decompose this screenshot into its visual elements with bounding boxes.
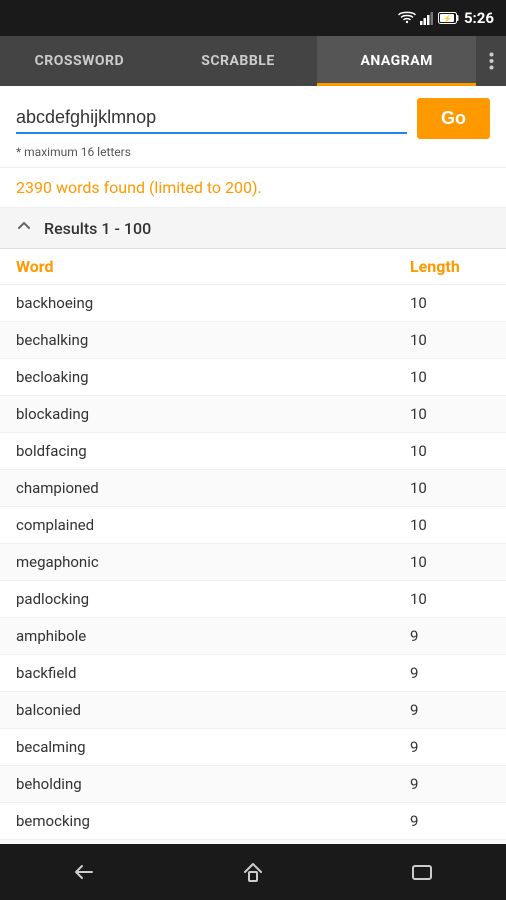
length-cell: 10 bbox=[410, 590, 490, 608]
battery-icon: ⚡ bbox=[438, 12, 460, 24]
status-time: 5:26 bbox=[464, 9, 494, 27]
back-icon bbox=[72, 860, 96, 884]
length-cell: 9 bbox=[410, 812, 490, 830]
word-cell: boldfacing bbox=[16, 442, 410, 460]
word-cell: championed bbox=[16, 479, 410, 497]
tab-crossword[interactable]: CROSSWORD bbox=[0, 36, 159, 86]
word-row: becalming9 bbox=[0, 729, 506, 766]
length-cell: 9 bbox=[410, 738, 490, 756]
length-cell: 10 bbox=[410, 294, 490, 312]
word-cell: megaphonic bbox=[16, 553, 410, 571]
word-cell: bechalking bbox=[16, 331, 410, 349]
search-hint: * maximum 16 letters bbox=[16, 145, 490, 159]
search-input[interactable] bbox=[16, 103, 407, 134]
wifi-icon bbox=[398, 11, 416, 25]
word-cell: beholding bbox=[16, 775, 410, 793]
status-bar: ⚡ 5:26 bbox=[0, 0, 506, 36]
word-row: becloaking10 bbox=[0, 359, 506, 396]
word-row: boldfacing10 bbox=[0, 433, 506, 470]
word-cell: padlocking bbox=[16, 590, 410, 608]
word-cell: becalming bbox=[16, 738, 410, 756]
recents-icon bbox=[410, 860, 434, 884]
home-icon bbox=[241, 860, 265, 884]
results-range-bar: Results 1 - 100 bbox=[0, 208, 506, 249]
word-row: complained10 bbox=[0, 507, 506, 544]
length-cell: 10 bbox=[410, 368, 490, 386]
word-cell: amphibole bbox=[16, 627, 410, 645]
go-button[interactable]: Go bbox=[417, 98, 490, 139]
chevron-up-icon bbox=[16, 218, 32, 234]
word-row: backfield9 bbox=[0, 655, 506, 692]
collapse-results-button[interactable] bbox=[16, 218, 32, 238]
home-button[interactable] bbox=[223, 852, 283, 892]
search-row: Go bbox=[16, 98, 490, 139]
app-container: CROSSWORD SCRABBLE ANAGRAM Go * maximum … bbox=[0, 36, 506, 844]
word-cell: bemocking bbox=[16, 812, 410, 830]
word-cell: balconied bbox=[16, 701, 410, 719]
search-area: Go * maximum 16 letters bbox=[0, 86, 506, 168]
word-cell: backfield bbox=[16, 664, 410, 682]
recents-button[interactable] bbox=[392, 852, 452, 892]
word-list-header: Word Length bbox=[0, 249, 506, 285]
length-cell: 9 bbox=[410, 627, 490, 645]
status-icons: ⚡ 5:26 bbox=[398, 9, 494, 27]
word-row: padlocking10 bbox=[0, 581, 506, 618]
length-cell: 10 bbox=[410, 553, 490, 571]
results-range-text: Results 1 - 100 bbox=[44, 219, 151, 238]
length-cell: 9 bbox=[410, 664, 490, 682]
word-row: backhoeing10 bbox=[0, 285, 506, 322]
column-length-header: Length bbox=[410, 257, 490, 276]
word-row: amphibole9 bbox=[0, 618, 506, 655]
bottom-nav bbox=[0, 844, 506, 900]
length-cell: 9 bbox=[410, 701, 490, 719]
word-cell: backhoeing bbox=[16, 294, 410, 312]
word-list: Word Length backhoeing10bechalking10becl… bbox=[0, 249, 506, 844]
tab-menu-button[interactable] bbox=[476, 36, 506, 86]
word-row: balconied9 bbox=[0, 692, 506, 729]
length-cell: 9 bbox=[410, 775, 490, 793]
tab-scrabble[interactable]: SCRABBLE bbox=[159, 36, 318, 86]
word-row: championed10 bbox=[0, 470, 506, 507]
word-row: bemocking9 bbox=[0, 803, 506, 840]
word-row: bechalking10 bbox=[0, 322, 506, 359]
length-cell: 10 bbox=[410, 405, 490, 423]
tab-anagram[interactable]: ANAGRAM bbox=[317, 36, 476, 86]
length-cell: 10 bbox=[410, 516, 490, 534]
tab-bar: CROSSWORD SCRABBLE ANAGRAM bbox=[0, 36, 506, 86]
word-row: beholding9 bbox=[0, 766, 506, 803]
length-cell: 10 bbox=[410, 479, 490, 497]
column-word-header: Word bbox=[16, 257, 410, 276]
results-found: 2390 words found (limited to 200). bbox=[0, 168, 506, 208]
svg-text:⚡: ⚡ bbox=[443, 14, 452, 23]
word-cell: complained bbox=[16, 516, 410, 534]
word-row: blockading10 bbox=[0, 396, 506, 433]
word-rows-container: backhoeing10bechalking10becloaking10bloc… bbox=[0, 285, 506, 844]
word-row: bifocaled9 bbox=[0, 840, 506, 844]
word-row: megaphonic10 bbox=[0, 544, 506, 581]
back-button[interactable] bbox=[54, 852, 114, 892]
length-cell: 10 bbox=[410, 331, 490, 349]
length-cell: 10 bbox=[410, 442, 490, 460]
signal-icon bbox=[420, 11, 434, 25]
word-cell: becloaking bbox=[16, 368, 410, 386]
word-cell: blockading bbox=[16, 405, 410, 423]
menu-dots-icon bbox=[489, 52, 494, 70]
